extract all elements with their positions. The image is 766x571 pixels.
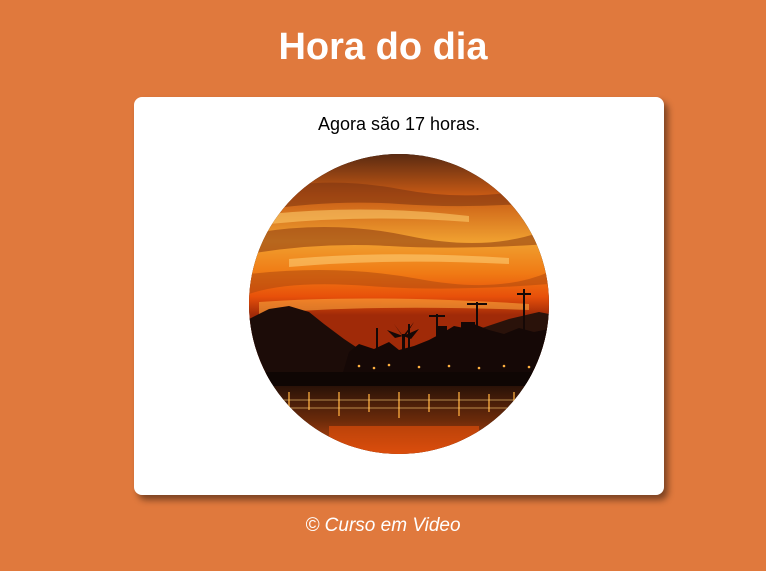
time-message: Agora são 17 horas. [317,114,481,134]
time-card: Agora são 17 horas. [134,97,664,495]
page-title: Hora do dia [278,26,488,68]
sunset-photo [249,154,549,454]
footer-copyright: © Curso em Video [305,515,461,536]
